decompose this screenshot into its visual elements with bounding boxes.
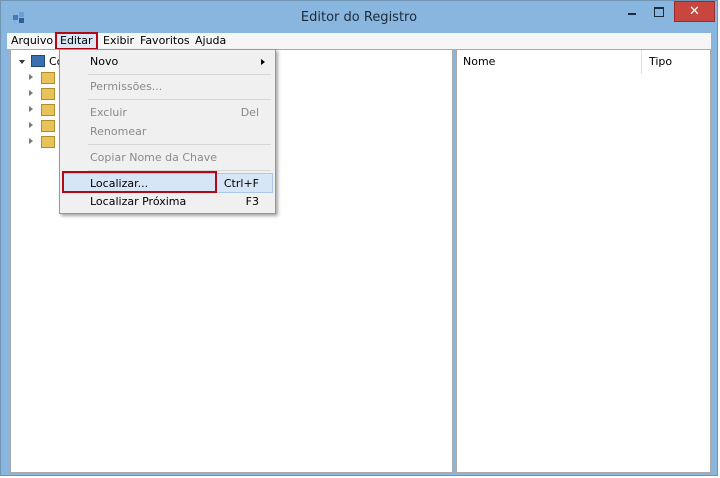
menu-item-renomear[interactable]: Renomear xyxy=(62,122,273,142)
menu-arquivo[interactable]: Arquivo xyxy=(8,34,56,48)
window-title: Editor do Registro xyxy=(300,10,418,25)
expand-arrow-icon[interactable] xyxy=(29,138,33,144)
menu-item-excluir[interactable]: Excluir Del xyxy=(62,103,273,123)
menu-item-localizar-proxima[interactable]: Localizar Próxima F3 xyxy=(62,192,273,212)
expand-arrow-icon[interactable] xyxy=(29,90,33,96)
expand-arrow-icon[interactable] xyxy=(29,122,33,128)
title-bar: Editor do Registro ✕ xyxy=(1,1,717,33)
folder-icon xyxy=(41,72,55,84)
computer-icon xyxy=(31,55,45,67)
folder-icon xyxy=(41,136,55,148)
menu-item-label: Renomear xyxy=(90,125,147,138)
column-header-nome[interactable]: Nome xyxy=(457,50,642,74)
menu-bar: Arquivo Editar Exibir Favoritos Ajuda xyxy=(7,32,711,50)
menu-separator xyxy=(88,144,271,145)
menu-editar[interactable]: Editar xyxy=(55,32,98,50)
submenu-arrow-icon xyxy=(261,59,265,65)
menu-item-label: Copiar Nome da Chave xyxy=(90,151,218,164)
values-list-pane[interactable]: Nome Tipo xyxy=(456,49,711,473)
localizar-highlight-box xyxy=(62,171,217,193)
menu-exibir[interactable]: Exibir xyxy=(100,34,137,48)
maximize-button[interactable] xyxy=(649,1,669,23)
collapse-arrow-icon[interactable] xyxy=(19,60,25,64)
expand-arrow-icon[interactable] xyxy=(29,74,33,80)
menu-item-permissoes[interactable]: Permissões... xyxy=(62,77,273,97)
menu-item-label: Permissões... xyxy=(90,80,163,93)
menu-separator xyxy=(88,99,271,100)
menu-item-label: Localizar Próxima xyxy=(90,195,187,208)
column-header-tipo[interactable]: Tipo xyxy=(643,50,710,74)
menu-item-shortcut: Del xyxy=(240,106,259,119)
menu-favoritos[interactable]: Favoritos xyxy=(137,34,193,48)
menu-item-label: Excluir xyxy=(90,106,127,119)
folder-icon xyxy=(41,88,55,100)
menu-item-shortcut: F3 xyxy=(245,195,259,208)
expand-arrow-icon[interactable] xyxy=(29,106,33,112)
folder-icon xyxy=(41,120,55,132)
close-icon: ✕ xyxy=(689,4,700,19)
menu-item-novo[interactable]: Novo xyxy=(62,52,273,72)
menu-ajuda[interactable]: Ajuda xyxy=(192,34,229,48)
menu-item-label: Novo xyxy=(90,55,119,68)
minimize-button[interactable] xyxy=(622,1,642,23)
close-button[interactable]: ✕ xyxy=(674,1,715,22)
folder-icon xyxy=(41,104,55,116)
menu-separator xyxy=(88,74,271,75)
menu-item-shortcut: Ctrl+F xyxy=(223,177,259,190)
registry-editor-window: Editor do Registro ✕ Arquivo Editar Exib… xyxy=(0,0,718,476)
menu-item-copiar-nome-chave[interactable]: Copiar Nome da Chave xyxy=(62,148,273,168)
